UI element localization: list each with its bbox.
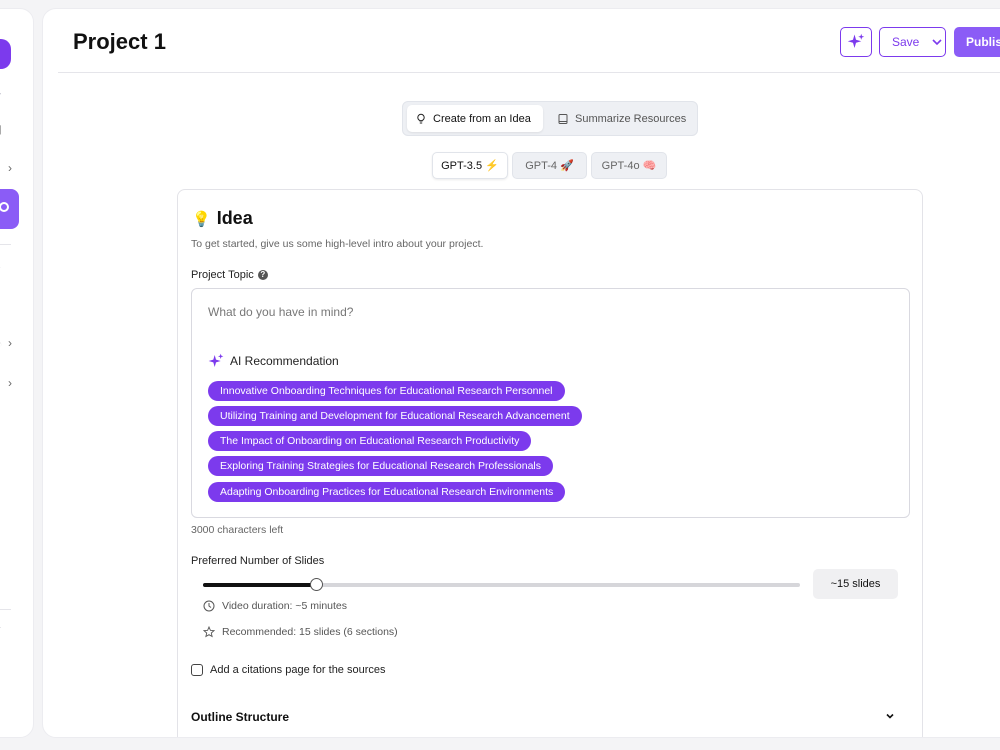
sidebar: IEW ▮ ⁞ › VERY ⁝ ◐ › ◦ › UNT ‹ ·	[0, 8, 34, 738]
sidebar-divider	[0, 609, 11, 610]
chevron-down-icon[interactable]	[884, 710, 896, 722]
idea-title-text: Idea	[216, 208, 253, 228]
tab-create-from-idea[interactable]: Create from an Idea	[407, 105, 543, 132]
dashboard-icon[interactable]: ▮	[0, 123, 5, 135]
outline-structure-header[interactable]: Outline Structure	[191, 710, 911, 724]
tab-summarize-resources[interactable]: Summarize Resources	[549, 105, 695, 132]
lightbulb-icon	[417, 113, 425, 123]
rocket-icon: 🚀	[560, 160, 574, 172]
video-duration-text: Video duration: ~5 minutes	[222, 600, 348, 612]
recommendation-chip[interactable]: Adapting Onboarding Practices for Educat…	[208, 482, 566, 502]
citations-option[interactable]: Add a citations page for the sources	[191, 664, 386, 676]
slides-label: Preferred Number of Slides	[191, 555, 325, 567]
slides-count: ~15 slides	[813, 569, 898, 599]
slider-thumb[interactable]	[310, 578, 324, 591]
model-label: GPT-3.5	[441, 159, 483, 172]
filter-icon[interactable]: ⁝	[0, 298, 5, 308]
publish-button[interactable]: Publish	[954, 27, 1000, 57]
idea-subtitle: To get started, give us some high-level …	[191, 238, 484, 250]
video-duration: Video duration: ~5 minutes	[203, 600, 347, 612]
logout-icon[interactable]: ·	[0, 699, 5, 709]
citations-checkbox[interactable]	[191, 664, 203, 676]
model-tab-gpt-4[interactable]: GPT-4 🚀	[512, 152, 587, 179]
citations-label: Add a citations page for the sources	[210, 664, 386, 676]
recommendation-chip[interactable]: Exploring Training Strategies for Educat…	[208, 456, 554, 476]
model-label: GPT-4o	[601, 159, 640, 172]
model-tab-gpt-4o[interactable]: GPT-4o 🧠	[591, 152, 667, 179]
page-title: Project 1	[73, 29, 166, 54]
folder-icon[interactable]: ◦	[0, 379, 5, 389]
app-logo[interactable]	[0, 39, 11, 69]
sidebar-item-active[interactable]	[0, 189, 19, 229]
brain-icon: 🧠	[642, 160, 657, 172]
lightbulb-icon: 💡	[192, 210, 211, 228]
sidebar-section-overview: IEW	[0, 92, 33, 101]
model-label: GPT-4	[525, 159, 558, 172]
project-topic-box: AI Recommendation Innovative Onboarding …	[191, 288, 910, 518]
chevron-right-icon[interactable]: ›	[8, 336, 12, 350]
sidebar-divider	[0, 244, 11, 245]
model-tab-gpt-3-5[interactable]: GPT-3.5 ⚡	[432, 152, 508, 179]
recommendation-chip[interactable]: The Impact of Onboarding on Educational …	[208, 431, 532, 451]
lightning-icon: ⚡	[485, 160, 499, 172]
ai-recommendation-label: AI Recommendation	[230, 354, 339, 368]
project-topic-input[interactable]	[208, 305, 888, 319]
tab-label: Create from an Idea	[433, 112, 531, 125]
compass-icon[interactable]: ◐	[0, 338, 5, 350]
recommendation-chip[interactable]: Utilizing Training and Development for E…	[208, 406, 582, 426]
main-panel: Project 1 Save Publish Create from an Id…	[42, 8, 1000, 738]
star-icon	[203, 626, 215, 638]
user-icon[interactable]: ‹	[0, 659, 5, 669]
characters-left: 3000 characters left	[191, 524, 284, 536]
save-button[interactable]: Save	[879, 27, 946, 57]
recommended-slides-text: Recommended: 15 slides (6 sections)	[222, 626, 398, 638]
chevron-down-icon	[932, 39, 942, 46]
mode-toggle: Create from an Idea Summarize Resources	[402, 101, 698, 136]
sparkles-icon	[208, 353, 224, 367]
chevron-right-icon[interactable]: ›	[8, 161, 12, 175]
clock-icon	[203, 600, 215, 612]
slides-slider[interactable]	[203, 578, 800, 591]
sidebar-section-discovery: VERY	[0, 266, 33, 275]
ai-recommendation-header: AI Recommendation	[208, 353, 339, 369]
idea-title: 💡 Idea	[192, 208, 253, 229]
book-icon	[558, 113, 568, 124]
save-button-label: Save	[892, 35, 920, 49]
recommendation-chip[interactable]: Innovative Onboarding Techniques for Edu…	[208, 381, 565, 401]
project-topic-label: Project Topic ?	[191, 269, 268, 281]
sidebar-section-account: UNT	[0, 626, 33, 635]
chevron-right-icon[interactable]: ›	[8, 376, 12, 390]
slider-fill	[203, 583, 317, 587]
tab-label: Summarize Resources	[575, 112, 687, 125]
grid-icon[interactable]: ⁞	[0, 164, 5, 174]
sparkles-icon	[847, 33, 865, 48]
settings-icon	[0, 202, 9, 212]
ai-magic-button[interactable]	[840, 27, 872, 57]
help-icon[interactable]: ?	[257, 270, 268, 280]
recommended-slides: Recommended: 15 slides (6 sections)	[203, 626, 398, 638]
idea-card: 💡 Idea To get started, give us some high…	[177, 189, 923, 737]
project-topic-label-text: Project Topic	[191, 269, 254, 281]
